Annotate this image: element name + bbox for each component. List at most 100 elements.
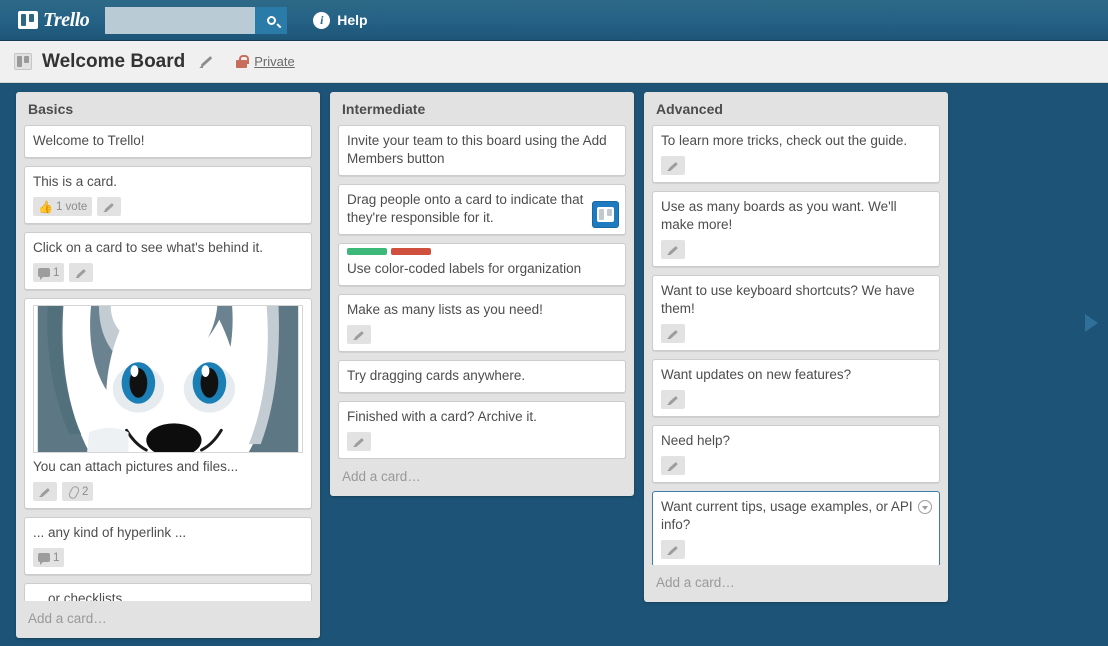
badge-edit[interactable] xyxy=(97,197,122,216)
card[interactable]: ... any kind of hyperlink ... 1 xyxy=(24,517,312,575)
card-title: Finished with a card? Archive it. xyxy=(347,409,537,424)
pencil-icon xyxy=(667,244,679,256)
comment-icon xyxy=(38,553,50,565)
card-badges: 1 xyxy=(33,548,303,567)
card[interactable]: Want current tips, usage examples, or AP… xyxy=(652,491,940,565)
card-title: Need help? xyxy=(661,433,731,448)
add-card-button[interactable]: Add a card… xyxy=(330,459,634,496)
board-canvas: Basics Welcome to Trello! This is a card. 👍… xyxy=(0,84,1108,646)
pencil-icon xyxy=(39,486,51,498)
card[interactable]: This is a card. 👍 1 vote xyxy=(24,166,312,224)
badge-edit[interactable] xyxy=(33,482,57,501)
list-title[interactable]: Intermediate xyxy=(330,92,634,125)
card-title: You can attach pictures and files... xyxy=(33,459,239,474)
trello-logo[interactable]: Trello xyxy=(10,9,90,32)
card[interactable]: Welcome to Trello! xyxy=(24,125,312,158)
card-title: To learn more tricks, check out the guid… xyxy=(661,133,908,148)
badge-text: 1 xyxy=(53,266,60,279)
card-label[interactable] xyxy=(391,248,431,255)
search-button[interactable] xyxy=(255,6,288,34)
pencil-icon xyxy=(667,460,679,472)
badge-text: 2 xyxy=(82,485,89,498)
card[interactable]: Click on a card to see what's behind it.… xyxy=(24,232,312,290)
badge-text: 1 xyxy=(53,551,60,564)
badge-edit[interactable] xyxy=(661,456,685,475)
badge-text: 1 vote xyxy=(55,200,88,213)
card-title: Want current tips, usage examples, or AP… xyxy=(661,499,913,532)
paperclip-icon xyxy=(67,485,79,498)
card-title: Invite your team to this board using the… xyxy=(347,133,607,166)
badge-edit[interactable] xyxy=(347,432,371,451)
card[interactable]: ... or checklists.1/3 xyxy=(24,583,312,601)
husky-photo xyxy=(34,306,302,452)
badge-attachment[interactable]: 2 xyxy=(62,482,94,501)
trello-logo-icon xyxy=(597,207,614,222)
card-title: This is a card. xyxy=(33,174,118,189)
card[interactable]: Invite your team to this board using the… xyxy=(338,125,626,176)
board-icon xyxy=(14,53,32,70)
search-input[interactable] xyxy=(105,6,256,34)
card-badges xyxy=(661,456,931,475)
lock-icon xyxy=(236,55,249,68)
board-header: Welcome Board Private xyxy=(0,41,1108,83)
badge-comment[interactable]: 1 xyxy=(33,263,65,282)
pencil-icon xyxy=(667,544,679,556)
add-card-button[interactable]: Add a card… xyxy=(16,601,320,638)
badge-edit[interactable] xyxy=(661,156,685,175)
badge-edit[interactable] xyxy=(661,540,685,559)
badge-edit[interactable] xyxy=(347,325,371,344)
card[interactable]: Use color-coded labels for organization xyxy=(338,243,626,286)
thumbs-up-icon: 👍 xyxy=(38,199,53,214)
pencil-icon xyxy=(75,267,87,279)
badge-edit[interactable] xyxy=(69,263,94,282)
list: Advanced To learn more tricks, check out … xyxy=(644,92,948,602)
card[interactable]: Finished with a card? Archive it. xyxy=(338,401,626,459)
list-title[interactable]: Basics xyxy=(16,92,320,125)
card-title: Drag people onto a card to indicate that… xyxy=(347,192,584,225)
card[interactable]: Make as many lists as you need! xyxy=(338,294,626,352)
card-badges xyxy=(347,432,617,451)
card-badges xyxy=(661,540,931,559)
pencil-icon xyxy=(667,160,679,172)
card-badges: 2 xyxy=(33,482,303,501)
pencil-icon xyxy=(667,328,679,340)
list: Intermediate Invite your team to this boa… xyxy=(330,92,634,496)
pencil-icon xyxy=(103,201,115,213)
card[interactable]: Want updates on new features? xyxy=(652,359,940,417)
card[interactable]: Drag people onto a card to indicate that… xyxy=(338,184,626,235)
add-card-button[interactable]: Add a card… xyxy=(644,565,948,602)
card[interactable]: You can attach pictures and files... 2 xyxy=(24,298,312,509)
card-badges xyxy=(661,390,931,409)
card-cover-image xyxy=(33,305,303,453)
badge-comment[interactable]: 1 xyxy=(33,548,65,567)
list-cards: Welcome to Trello! This is a card. 👍 1 vote… xyxy=(16,125,320,601)
card-badges xyxy=(661,324,931,343)
card[interactable]: Want to use keyboard shortcuts? We have … xyxy=(652,275,940,351)
list-title[interactable]: Advanced xyxy=(644,92,948,125)
card-badges xyxy=(347,325,617,344)
right-arrow-icon[interactable] xyxy=(1085,314,1098,332)
card-label[interactable] xyxy=(347,248,387,255)
help-link[interactable]: i Help xyxy=(313,11,368,29)
top-navigation-bar: Trello i Help xyxy=(0,0,1108,41)
badge-edit[interactable] xyxy=(661,324,685,343)
search-container xyxy=(105,6,288,34)
board-title[interactable]: Welcome Board xyxy=(42,51,185,73)
card[interactable]: Use as many boards as you want. We'll ma… xyxy=(652,191,940,267)
card-badges xyxy=(661,156,931,175)
info-icon: i xyxy=(313,11,331,29)
board-visibility-label[interactable]: Private xyxy=(254,54,294,69)
card[interactable]: To learn more tricks, check out the guid… xyxy=(652,125,940,183)
card-title: ... or checklists. xyxy=(33,591,127,601)
pencil-icon[interactable] xyxy=(199,54,214,69)
card-title: Want to use keyboard shortcuts? We have … xyxy=(661,283,915,316)
member-avatar[interactable] xyxy=(592,201,619,228)
badge-vote[interactable]: 👍 1 vote xyxy=(33,197,93,216)
card-title: ... any kind of hyperlink ... xyxy=(33,525,187,540)
card[interactable]: Need help? xyxy=(652,425,940,483)
chevron-down-circle-icon[interactable] xyxy=(918,500,932,514)
badge-edit[interactable] xyxy=(661,390,685,409)
pencil-icon xyxy=(353,329,365,341)
badge-edit[interactable] xyxy=(661,240,685,259)
card[interactable]: Try dragging cards anywhere. xyxy=(338,360,626,393)
